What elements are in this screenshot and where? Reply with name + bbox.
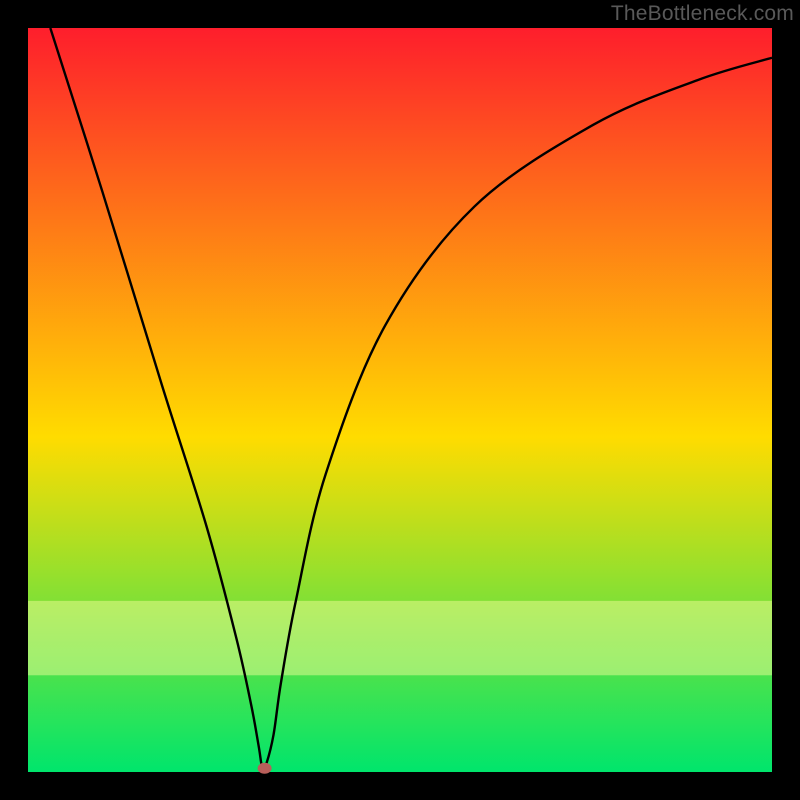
- plot-area: [28, 28, 772, 774]
- bottleneck-chart: [0, 0, 800, 800]
- watermark-text: TheBottleneck.com: [611, 2, 794, 26]
- accent-band: [28, 601, 772, 675]
- chart-container: TheBottleneck.com: [0, 0, 800, 800]
- minimum-marker: [258, 763, 272, 774]
